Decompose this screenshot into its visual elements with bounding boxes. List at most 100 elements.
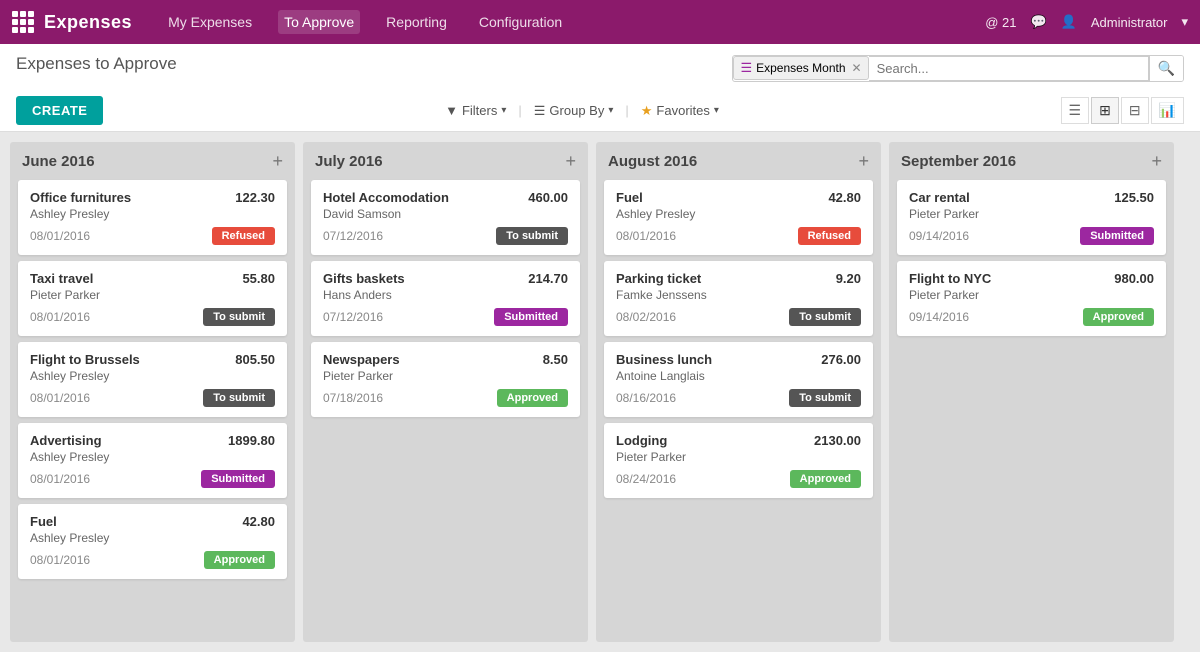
card-footer: 08/01/2016 Refused xyxy=(616,227,861,245)
favorites-label: Favorites xyxy=(656,103,709,118)
create-button[interactable]: CREATE xyxy=(16,96,103,125)
favorites-caret: ▾ xyxy=(714,105,719,116)
card-date: 08/01/2016 xyxy=(30,391,90,405)
card-c7[interactable]: Gifts baskets 214.70 Hans Anders 07/12/2… xyxy=(311,261,580,336)
card-person: Ashley Presley xyxy=(30,369,275,383)
group-by-button[interactable]: ☰ Group By ▾ xyxy=(528,100,620,122)
header-right-icons: @ 21 💬 👤 Administrator ▾ xyxy=(985,14,1188,30)
card-c10[interactable]: Parking ticket 9.20 Famke Jenssens 08/02… xyxy=(604,261,873,336)
nav-configuration[interactable]: Configuration xyxy=(473,10,568,34)
col-title: June 2016 xyxy=(22,153,95,170)
group-by-icon: ☰ xyxy=(534,103,546,119)
card-title: Gifts baskets xyxy=(323,271,405,286)
favorites-button[interactable]: ★ Favorites ▾ xyxy=(635,100,725,122)
card-person: Ashley Presley xyxy=(30,207,275,221)
user-name[interactable]: Administrator xyxy=(1091,15,1168,30)
card-footer: 08/01/2016 To submit xyxy=(30,389,275,407)
card-title: Parking ticket xyxy=(616,271,701,286)
app-title: Expenses xyxy=(44,12,132,33)
remove-tag-button[interactable]: ✕ xyxy=(852,61,862,75)
card-c8[interactable]: Newspapers 8.50 Pieter Parker 07/18/2016… xyxy=(311,342,580,417)
card-amount: 2130.00 xyxy=(814,433,861,448)
card-person: Antoine Langlais xyxy=(616,369,861,383)
nav-to-approve[interactable]: To Approve xyxy=(278,10,360,34)
card-header-row: Office furnitures 122.30 xyxy=(30,190,275,205)
card-badge: Approved xyxy=(1083,308,1154,326)
card-c5[interactable]: Fuel 42.80 Ashley Presley 08/01/2016 App… xyxy=(18,504,287,579)
messages-icon[interactable]: 💬 xyxy=(1031,14,1047,30)
card-title: Flight to Brussels xyxy=(30,352,140,367)
list-icon: ☰ xyxy=(740,60,752,76)
col-add-button[interactable]: + xyxy=(858,152,869,170)
kanban-board: June 2016 + Office furnitures 122.30 Ash… xyxy=(0,132,1200,652)
search-input[interactable] xyxy=(869,56,1149,81)
card-badge: Refused xyxy=(798,227,861,245)
filter-bar: CREATE ▼ Filters ▾ | ☰ Group By ▾ | ★ Fa… xyxy=(16,90,1184,131)
card-c9[interactable]: Fuel 42.80 Ashley Presley 08/01/2016 Ref… xyxy=(604,180,873,255)
card-footer: 09/14/2016 Submitted xyxy=(909,227,1154,245)
card-title: Car rental xyxy=(909,190,970,205)
filters-button[interactable]: ▼ Filters ▾ xyxy=(439,100,512,121)
col-add-button[interactable]: + xyxy=(565,152,576,170)
card-c2[interactable]: Taxi travel 55.80 Pieter Parker 08/01/20… xyxy=(18,261,287,336)
card-c12[interactable]: Lodging 2130.00 Pieter Parker 08/24/2016… xyxy=(604,423,873,498)
card-title: Fuel xyxy=(616,190,643,205)
col-add-button[interactable]: + xyxy=(272,152,283,170)
card-c1[interactable]: Office furnitures 122.30 Ashley Presley … xyxy=(18,180,287,255)
notification-count[interactable]: @ 21 xyxy=(985,15,1016,30)
card-person: Pieter Parker xyxy=(909,288,1154,302)
filters-label: Filters xyxy=(462,103,497,118)
card-title: Advertising xyxy=(30,433,102,448)
card-date: 08/01/2016 xyxy=(30,553,90,567)
kanban-column-july2016: July 2016 + Hotel Accomodation 460.00 Da… xyxy=(303,142,588,642)
card-header-row: Car rental 125.50 xyxy=(909,190,1154,205)
card-person: Pieter Parker xyxy=(616,450,861,464)
card-header-row: Flight to Brussels 805.50 xyxy=(30,352,275,367)
card-c6[interactable]: Hotel Accomodation 460.00 David Samson 0… xyxy=(311,180,580,255)
card-footer: 07/12/2016 Submitted xyxy=(323,308,568,326)
list-view-button[interactable]: ☰ xyxy=(1061,97,1090,124)
search-box: ☰ Expenses Month ✕ 🔍 xyxy=(732,55,1184,82)
group-by-label: Group By xyxy=(549,103,604,118)
card-person: Ashley Presley xyxy=(30,531,275,545)
cards-container-june2016: Office furnitures 122.30 Ashley Presley … xyxy=(10,180,295,587)
card-c14[interactable]: Flight to NYC 980.00 Pieter Parker 09/14… xyxy=(897,261,1166,336)
top-navigation: Expenses My Expenses To Approve Reportin… xyxy=(0,0,1200,44)
grid-view-button[interactable]: ⊟ xyxy=(1121,97,1149,124)
user-menu-caret[interactable]: ▾ xyxy=(1181,14,1188,30)
sub-header: Expenses to Approve ☰ Expenses Month ✕ 🔍… xyxy=(0,44,1200,132)
card-c4[interactable]: Advertising 1899.80 Ashley Presley 08/01… xyxy=(18,423,287,498)
filter-icon: ▼ xyxy=(445,103,458,118)
card-footer: 08/24/2016 Approved xyxy=(616,470,861,488)
card-header-row: Hotel Accomodation 460.00 xyxy=(323,190,568,205)
app-grid-icon[interactable] xyxy=(12,11,34,33)
card-amount: 55.80 xyxy=(242,271,275,286)
sub-header-controls: Expenses to Approve ☰ Expenses Month ✕ 🔍 xyxy=(16,54,1184,90)
nav-reporting[interactable]: Reporting xyxy=(380,10,453,34)
col-title: September 2016 xyxy=(901,153,1016,170)
kanban-view-button[interactable]: ⊞ xyxy=(1091,97,1119,124)
card-amount: 460.00 xyxy=(528,190,568,205)
card-date: 08/16/2016 xyxy=(616,391,676,405)
col-title: July 2016 xyxy=(315,153,383,170)
card-person: Ashley Presley xyxy=(616,207,861,221)
card-person: Famke Jenssens xyxy=(616,288,861,302)
card-footer: 08/02/2016 To submit xyxy=(616,308,861,326)
card-c3[interactable]: Flight to Brussels 805.50 Ashley Presley… xyxy=(18,342,287,417)
card-header-row: Newspapers 8.50 xyxy=(323,352,568,367)
card-badge: To submit xyxy=(203,389,275,407)
col-add-button[interactable]: + xyxy=(1151,152,1162,170)
card-c11[interactable]: Business lunch 276.00 Antoine Langlais 0… xyxy=(604,342,873,417)
card-title: Lodging xyxy=(616,433,667,448)
card-amount: 276.00 xyxy=(821,352,861,367)
search-submit-button[interactable]: 🔍 xyxy=(1149,56,1183,81)
card-c13[interactable]: Car rental 125.50 Pieter Parker 09/14/20… xyxy=(897,180,1166,255)
card-badge: To submit xyxy=(203,308,275,326)
card-date: 07/12/2016 xyxy=(323,229,383,243)
card-person: Pieter Parker xyxy=(30,288,275,302)
card-date: 08/01/2016 xyxy=(30,229,90,243)
chart-view-button[interactable]: 📊 xyxy=(1151,97,1184,124)
filters-caret: ▾ xyxy=(501,105,506,116)
card-title: Taxi travel xyxy=(30,271,93,286)
nav-my-expenses[interactable]: My Expenses xyxy=(162,10,258,34)
